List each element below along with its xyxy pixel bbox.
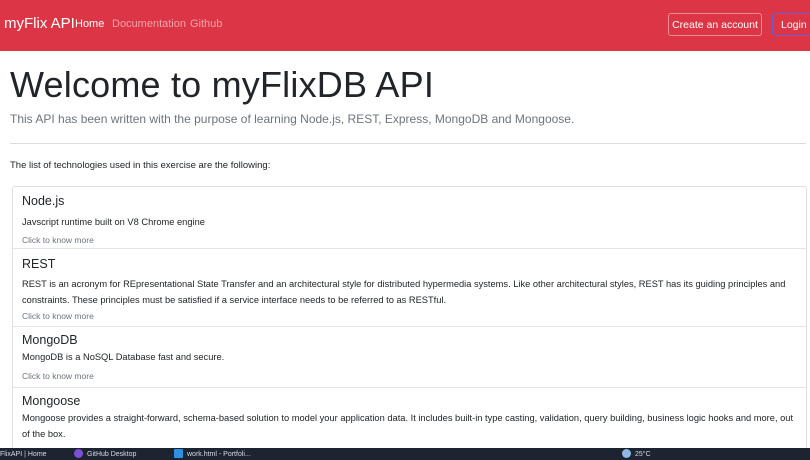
login-button[interactable]: Login — [772, 13, 810, 36]
taskbar-item-vscode[interactable]: work.html - Portfoli... — [174, 448, 251, 460]
list-item-description: REST is an acronym for REpresentational … — [22, 279, 786, 305]
nav-link-home[interactable]: Home — [75, 18, 104, 30]
list-item-title: MongoDB — [22, 333, 78, 347]
know-more-link[interactable]: Click to know more — [22, 235, 94, 245]
navbar-brand[interactable]: myFlix API — [4, 15, 75, 32]
list-item-title: Mongoose — [22, 394, 81, 408]
weather-icon — [622, 448, 631, 458]
list-item-title: REST — [22, 257, 56, 271]
taskbar-item-browser[interactable]: FlixAPI | Home — [0, 448, 47, 460]
vscode-icon — [174, 448, 183, 458]
nav-link-documentation[interactable]: Documentation — [112, 18, 186, 30]
list-item-nodejs[interactable]: Node.js Javscript runtime built on V8 Ch… — [13, 187, 806, 249]
os-taskbar: FlixAPI | Home GitHub Desktop work.html … — [0, 448, 810, 460]
create-account-button[interactable]: Create an account — [668, 13, 762, 36]
list-item-title: Node.js — [22, 194, 65, 208]
nav-link-github[interactable]: Github — [190, 18, 222, 30]
list-item-description: Javscript runtime built on V8 Chrome eng… — [22, 217, 205, 227]
list-item-description: Mongoose provides a straight-forward, sc… — [22, 413, 794, 439]
know-more-link[interactable]: Click to know more — [22, 311, 94, 321]
page-title: Welcome to myFlixDB API — [10, 64, 435, 105]
technologies-intro: The list of technologies used in this ex… — [10, 160, 271, 171]
list-item-rest[interactable]: REST REST is an acronym for REpresentati… — [13, 249, 806, 327]
list-item-mongodb[interactable]: MongoDB MongoDB is a NoSQL Database fast… — [13, 327, 806, 388]
github-desktop-icon — [74, 448, 83, 458]
navbar: myFlix API Home Documentation Github Cre… — [0, 0, 810, 51]
list-item-description: MongoDB is a NoSQL Database fast and sec… — [22, 352, 225, 362]
divider — [10, 143, 806, 144]
taskbar-item-github-desktop[interactable]: GitHub Desktop — [74, 448, 136, 460]
taskbar-item-weather[interactable]: 25°C — [622, 448, 651, 460]
know-more-link[interactable]: Click to know more — [22, 371, 94, 381]
technology-list: Node.js Javscript runtime built on V8 Ch… — [12, 186, 807, 460]
page-lead: This API has been written with the purpo… — [10, 112, 575, 126]
